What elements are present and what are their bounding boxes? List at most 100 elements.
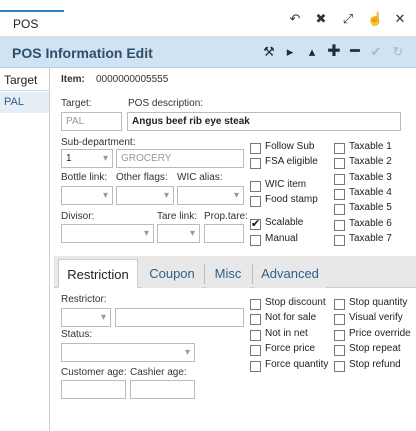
- restrictor-field[interactable]: [115, 308, 244, 327]
- tab-separator: [252, 264, 253, 284]
- checkbox[interactable]: [334, 158, 345, 169]
- status-label: Status:: [61, 329, 93, 340]
- checkbox-label: Manual: [265, 233, 298, 244]
- checkbox[interactable]: [250, 158, 261, 169]
- subdept-label: Sub-department:: [61, 137, 136, 148]
- pointer-icon[interactable]: ☝: [367, 12, 383, 26]
- prop-tare-label: Prop.tare:: [204, 211, 248, 222]
- checkbox[interactable]: [334, 361, 345, 372]
- checkbox[interactable]: [250, 235, 261, 246]
- subdept-name-field: GROCERY: [116, 149, 244, 168]
- checkbox[interactable]: [334, 299, 345, 310]
- checkbox[interactable]: [250, 196, 261, 207]
- tab-coupon[interactable]: Coupon: [142, 259, 202, 288]
- checkbox[interactable]: [334, 314, 345, 325]
- checkbox[interactable]: [334, 143, 345, 154]
- tare-link-label: Tare link:: [157, 211, 198, 222]
- form-header: POS Information Edit ⚒ ▸ ▴ ✚ ━ ✔ ↻: [0, 37, 416, 68]
- checkbox-label: Food stamp: [265, 194, 318, 205]
- tare-link-select[interactable]: [157, 224, 200, 243]
- add-icon[interactable]: ✚: [327, 44, 341, 60]
- checkbox-label: Taxable 5: [349, 202, 392, 213]
- checkbox[interactable]: [334, 189, 345, 200]
- tab-bar: Restriction Coupon Misc Advanced: [54, 256, 416, 288]
- save-icon[interactable]: ✔: [369, 45, 383, 59]
- checkbox[interactable]: [250, 181, 261, 192]
- checkbox-label: Taxable 6: [349, 218, 392, 229]
- pin-icon[interactable]: ⚒: [262, 45, 276, 59]
- tab-pos-label: POS: [13, 17, 39, 31]
- checkbox[interactable]: [334, 174, 345, 185]
- pos-description-label: POS description:: [128, 98, 204, 109]
- checkbox-label: Taxable 4: [349, 187, 392, 198]
- checkbox-label: Stop quantity: [349, 297, 408, 308]
- checkbox[interactable]: [334, 220, 345, 231]
- left-nav-pal[interactable]: PAL: [0, 92, 49, 113]
- checkbox[interactable]: [334, 345, 345, 356]
- checkbox[interactable]: [334, 330, 345, 341]
- item-value: 0000000005555: [96, 74, 169, 85]
- checkbox[interactable]: [250, 361, 261, 372]
- tab-restriction[interactable]: Restriction: [58, 259, 138, 288]
- target-field[interactable]: PAL: [61, 112, 122, 131]
- tab-separator: [204, 264, 205, 284]
- checkbox[interactable]: [250, 314, 261, 325]
- subdept-select[interactable]: 1: [61, 149, 113, 168]
- prop-tare-field[interactable]: [204, 224, 244, 243]
- checkbox[interactable]: [334, 235, 345, 246]
- wic-alias-select[interactable]: [177, 186, 244, 205]
- divisor-select[interactable]: [61, 224, 154, 243]
- checkbox[interactable]: [334, 204, 345, 215]
- checkbox-label: Taxable 7: [349, 233, 392, 244]
- tab-accent: [0, 10, 64, 12]
- checkbox-label: Price override: [349, 328, 411, 339]
- other-flags-select[interactable]: [116, 186, 174, 205]
- checkbox-label: Not for sale: [265, 312, 317, 323]
- window-titlebar: POS ↶ ✖ ⤢ ☝ ✕: [0, 0, 416, 37]
- checkbox-label: Follow Sub: [265, 141, 315, 152]
- checkbox[interactable]: [250, 345, 261, 356]
- restrictor-label: Restrictor:: [61, 294, 107, 305]
- left-nav-target[interactable]: Target: [0, 70, 49, 91]
- checkbox-label: Force quantity: [265, 359, 329, 370]
- customer-age-label: Customer age:: [61, 367, 127, 378]
- customer-age-field[interactable]: [61, 380, 126, 399]
- cashier-age-label: Cashier age:: [130, 367, 187, 378]
- cashier-age-field[interactable]: [130, 380, 195, 399]
- expand-icon[interactable]: ⤢: [341, 12, 355, 26]
- bottle-link-select[interactable]: [61, 186, 113, 205]
- remove-icon[interactable]: ━: [348, 44, 362, 60]
- checkbox[interactable]: [250, 299, 261, 310]
- checkbox[interactable]: [250, 143, 261, 154]
- status-select[interactable]: [61, 343, 195, 362]
- checkbox[interactable]: [250, 330, 261, 341]
- checkbox-label: FSA eligible: [265, 156, 318, 167]
- bottle-link-label: Bottle link:: [61, 172, 108, 183]
- checkbox[interactable]: [250, 217, 261, 230]
- shrink-icon[interactable]: ✖: [314, 12, 328, 26]
- tab-advanced[interactable]: Advanced: [254, 259, 326, 288]
- other-flags-label: Other flags:: [116, 172, 168, 183]
- divisor-label: Divisor:: [61, 211, 95, 222]
- checkbox-label: Visual verify: [349, 312, 403, 323]
- checkbox-label: Taxable 2: [349, 156, 392, 167]
- checkbox-label: Scalable: [265, 217, 304, 228]
- tab-pos[interactable]: POS: [0, 0, 64, 37]
- checkbox-label: WIC item: [265, 179, 307, 190]
- left-nav: Target PAL: [0, 68, 50, 431]
- target-label: Target:: [61, 98, 92, 109]
- collapse-icon[interactable]: ▴: [305, 45, 319, 59]
- revert-icon[interactable]: ↻: [391, 45, 405, 59]
- close-icon[interactable]: ✕: [393, 12, 407, 26]
- checkbox-label: Not in net: [265, 328, 308, 339]
- next-icon[interactable]: ▸: [283, 45, 297, 59]
- checkbox-label: Stop refund: [349, 359, 401, 370]
- checkbox-label: Stop repeat: [349, 343, 401, 354]
- pos-description-field[interactable]: Angus beef rib eye steak: [127, 112, 401, 131]
- restrictor-select[interactable]: [61, 308, 111, 327]
- item-label: Item:: [61, 74, 85, 85]
- tab-misc[interactable]: Misc: [206, 259, 250, 288]
- checkbox-label: Taxable 3: [349, 172, 392, 183]
- undo-icon[interactable]: ↶: [288, 12, 302, 26]
- page-title: POS Information Edit: [12, 45, 153, 61]
